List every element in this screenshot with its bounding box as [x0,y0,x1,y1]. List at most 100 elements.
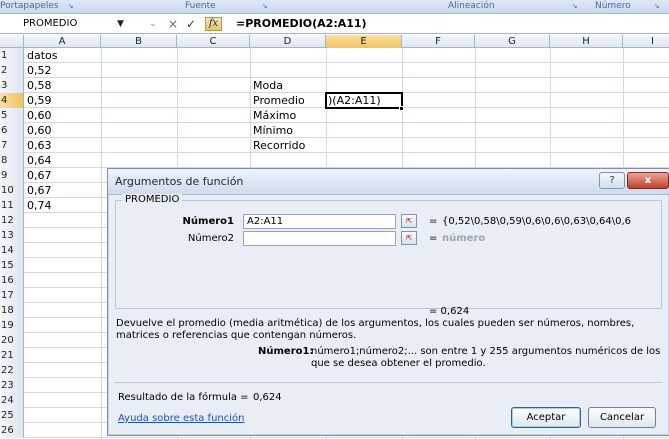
cancel-button[interactable]: Cancelar [588,407,656,428]
row-header[interactable]: 10 [0,183,24,198]
arg-help-text: número1;número2;... son entre 1 y 255 ar… [311,346,661,369]
row-header[interactable]: 23 [0,378,24,393]
table-row: 7 0,63 Recorrido [0,138,669,153]
cell-a2[interactable]: 0,52 [24,63,101,78]
ribbon-group-alignment: Alineación [448,1,495,11]
cell-a9[interactable]: 0,67 [24,168,101,183]
column-header-b[interactable]: B [101,35,177,48]
cell-a11[interactable]: 0,74 [24,198,101,213]
name-box[interactable]: PROMEDIO [1,16,117,32]
arg2-result: número [442,233,486,244]
formula-bar-separator-icon: ⌄ [149,19,157,29]
column-header-i[interactable]: I [623,35,669,48]
row-header[interactable]: 16 [0,273,24,288]
row-header[interactable]: 25 [0,408,24,423]
cell-a1[interactable]: datos [24,48,101,63]
formula-input[interactable]: =PROMEDIO(A2:A11) [236,16,367,32]
row-header[interactable]: 4 [0,93,24,108]
row-header[interactable]: 5 [0,108,24,123]
dialog-title-bar[interactable]: Argumentos de función ? x [108,169,669,195]
insert-function-button[interactable]: fx [205,17,222,31]
row-header[interactable]: 11 [0,198,24,213]
arg1-collapse-icon[interactable]: ⇱ [401,214,417,228]
row-header[interactable]: 15 [0,258,24,273]
row-header[interactable]: 17 [0,288,24,303]
cell-d5[interactable]: Máximo [250,108,326,123]
arg2-equals: = [429,233,438,244]
row-header[interactable]: 20 [0,333,24,348]
column-header-e[interactable]: E [326,35,402,48]
alignment-launcher-icon[interactable]: ↘ [570,2,579,11]
row-header[interactable]: 18 [0,303,24,318]
cell-d6[interactable]: Mínimo [250,123,326,138]
row-header[interactable]: 26 [0,423,24,438]
cell-d2[interactable] [250,63,326,78]
row-header[interactable]: 2 [0,63,24,78]
arg2-collapse-icon[interactable]: ⇱ [401,231,417,245]
arg1-label: Número1 [182,216,234,227]
cell-a4[interactable]: 0,59 [24,93,101,108]
column-header-g[interactable]: G [475,35,550,48]
row-header[interactable]: 3 [0,78,24,93]
name-box-dropdown-icon[interactable]: ▼ [117,16,127,32]
row-header[interactable]: 14 [0,243,24,258]
function-name-label: PROMEDIO [122,194,183,205]
ribbon-group-clipboard: Portapapeles [0,1,59,11]
active-cell-e4[interactable]: )(A2:A11) [325,92,403,109]
formula-bar: PROMEDIO ▼ ⌄ × ✓ fx =PROMEDIO(A2:A11) [0,14,669,34]
help-link[interactable]: Ayuda sobre esta función [118,413,245,424]
column-headers: A B C D E F G H I [0,35,669,48]
dialog-title: Argumentos de función [115,175,244,188]
formula-result-value: 0,624 [253,392,282,403]
column-header-c[interactable]: C [177,35,250,48]
row-header[interactable]: 24 [0,393,24,408]
cell-a8[interactable]: 0,64 [24,153,101,168]
number-launcher-icon[interactable]: ↘ [652,2,661,11]
arg1-equals: = [429,216,438,227]
cell-d3[interactable]: Moda [250,78,326,93]
column-header-f[interactable]: F [402,35,475,48]
arg1-input[interactable]: A2:A11 [243,214,396,229]
cell-d1[interactable] [250,48,326,63]
row-header[interactable]: 19 [0,318,24,333]
table-row: 8 0,64 [0,153,669,168]
cell-a5[interactable]: 0,60 [24,108,101,123]
cell-d4[interactable]: Promedio [250,93,326,108]
font-launcher-icon[interactable]: ↘ [260,2,269,11]
clipboard-launcher-icon[interactable]: ↘ [66,2,75,11]
function-description: Devuelve el promedio (media aritmética) … [116,318,635,341]
row-header[interactable]: 21 [0,348,24,363]
row-header[interactable]: 9 [0,168,24,183]
row-header[interactable]: 1 [0,48,24,63]
help-icon[interactable]: ? [599,172,625,189]
active-cell-text: )(A2:A11) [328,94,381,107]
arg1-result: {0,52\0,58\0,59\0,6\0,6\0,63\0,64\0,6 [442,216,631,227]
table-row: 2 0,52 [0,63,669,78]
table-row: 5 0,60 Máximo [0,108,669,123]
cell-a6[interactable]: 0,60 [24,123,101,138]
enter-formula-icon[interactable]: ✓ [184,16,198,32]
ribbon-group-number: Número [595,1,631,11]
row-header[interactable]: 22 [0,363,24,378]
cell-a10[interactable]: 0,67 [24,183,101,198]
row-header[interactable]: 8 [0,153,24,168]
ok-button[interactable]: Aceptar [511,407,581,428]
cell-d7[interactable]: Recorrido [250,138,326,153]
cell-a7[interactable]: 0,63 [24,138,101,153]
close-icon[interactable]: x [627,172,669,189]
column-header-a[interactable]: A [24,35,101,48]
column-header-d[interactable]: D [250,35,326,48]
arg2-input[interactable] [243,231,396,246]
column-header-h[interactable]: H [550,35,623,48]
row-header[interactable]: 13 [0,228,24,243]
fill-handle[interactable] [399,106,404,111]
select-all-corner[interactable] [0,35,24,48]
row-header[interactable]: 12 [0,213,24,228]
table-row: 6 0,60 Mínimo [0,123,669,138]
ribbon-group-labels: Portapapeles ↘ Fuente ↘ Alineación ↘ Núm… [0,0,669,14]
row-header[interactable]: 6 [0,123,24,138]
cancel-formula-icon[interactable]: × [166,16,180,32]
row-header[interactable]: 7 [0,138,24,153]
cell-a3[interactable]: 0,58 [24,78,101,93]
formula-result-label: Resultado de la fórmula = [118,392,249,403]
